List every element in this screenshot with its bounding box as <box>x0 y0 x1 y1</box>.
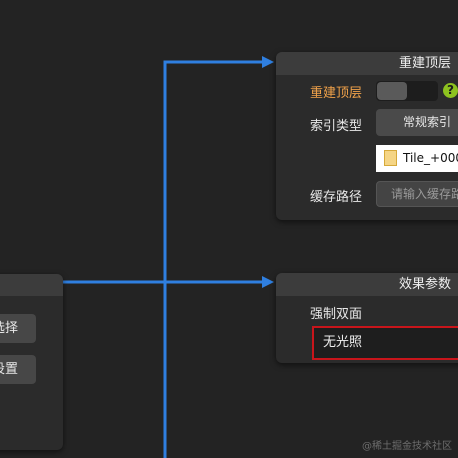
rebuild-node-title: 重建顶层 <box>276 52 458 75</box>
wire-to-rebuild <box>163 60 263 458</box>
lighting-value: 无光照 <box>323 335 363 350</box>
index-type-label: 索引类型 <box>310 119 363 134</box>
settings-button[interactable]: 设置 <box>0 355 36 384</box>
help-icon[interactable]: ? <box>443 83 458 98</box>
select-button-label: 选择 <box>0 321 19 336</box>
rebuild-node: 重建顶层 重建顶层 ? 索引类型 常规索引 Tile_+000_ 缓存路径 请输… <box>276 52 458 220</box>
folder-icon <box>384 150 397 166</box>
select-button[interactable]: 选择 <box>0 314 36 343</box>
toggle-knob <box>377 82 407 100</box>
settings-button-label: 设置 <box>0 362 19 377</box>
double-sided-label: 强制双面 <box>310 307 363 322</box>
lighting-select[interactable]: 无光照 <box>312 326 458 360</box>
watermark: @稀土掘金技术社区 <box>362 441 452 452</box>
index-type-value: 常规索引 <box>403 115 452 129</box>
left-node-header <box>0 274 63 296</box>
file-item[interactable]: Tile_+000_ <box>376 145 458 172</box>
effect-node-title: 效果参数 <box>276 273 458 296</box>
index-type-select[interactable]: 常规索引 <box>376 109 458 136</box>
wire-arrow-effect <box>262 276 274 288</box>
cache-path-placeholder: 请输入缓存路 <box>391 187 458 201</box>
cache-path-input[interactable]: 请输入缓存路 <box>376 181 458 207</box>
wire-arrow-rebuild <box>262 56 274 68</box>
effect-node: 效果参数 强制双面 无光照 <box>276 273 458 363</box>
rebuild-top-toggle[interactable] <box>376 81 438 101</box>
rebuild-top-label: 重建顶层 <box>310 86 363 101</box>
file-name: Tile_+000_ <box>403 151 458 165</box>
left-node: 选择 设置 <box>0 274 63 450</box>
cache-path-label: 缓存路径 <box>310 190 363 205</box>
